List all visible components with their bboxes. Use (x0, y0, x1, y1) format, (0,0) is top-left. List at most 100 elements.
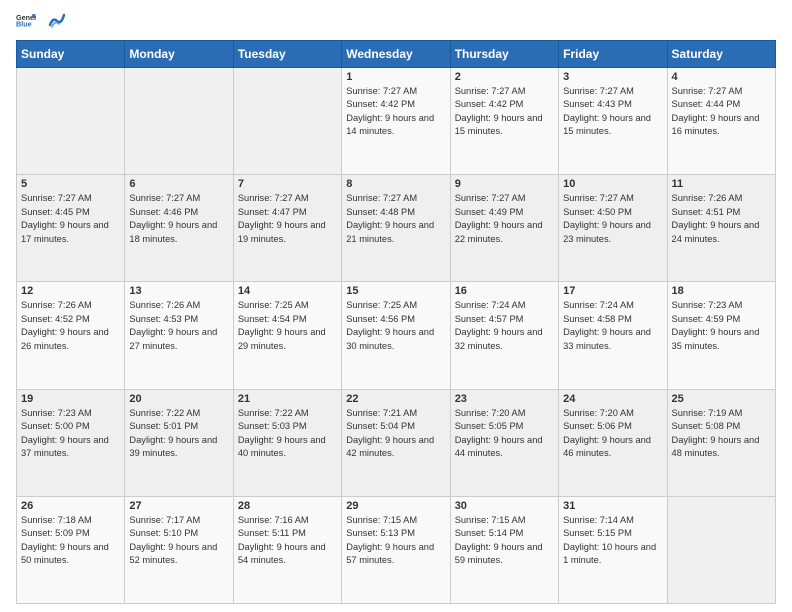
day-number: 17 (563, 285, 662, 297)
day-cell (125, 68, 233, 175)
day-cell: 28 Sunrise: 7:16 AM Sunset: 5:11 PM Dayli… (233, 496, 341, 603)
day-info: Sunrise: 7:27 AM Sunset: 4:42 PM Dayligh… (455, 85, 554, 139)
day-info: Sunrise: 7:22 AM Sunset: 5:01 PM Dayligh… (129, 407, 228, 461)
day-cell (17, 68, 125, 175)
day-info: Sunrise: 7:27 AM Sunset: 4:45 PM Dayligh… (21, 192, 120, 246)
week-row-1: 1 Sunrise: 7:27 AM Sunset: 4:42 PM Daylig… (17, 68, 776, 175)
day-info: Sunrise: 7:20 AM Sunset: 5:05 PM Dayligh… (455, 407, 554, 461)
day-number: 24 (563, 393, 662, 405)
day-info: Sunrise: 7:27 AM Sunset: 4:42 PM Dayligh… (346, 85, 445, 139)
weekday-wednesday: Wednesday (342, 41, 450, 68)
day-info: Sunrise: 7:27 AM Sunset: 4:47 PM Dayligh… (238, 192, 337, 246)
svg-text:Blue: Blue (16, 19, 32, 28)
calendar: SundayMondayTuesdayWednesdayThursdayFrid… (16, 40, 776, 604)
day-info: Sunrise: 7:17 AM Sunset: 5:10 PM Dayligh… (129, 514, 228, 568)
day-number: 14 (238, 285, 337, 297)
page: General Blue SundayMondayTuesdayWednesda… (0, 0, 792, 612)
day-number: 5 (21, 178, 120, 190)
day-number: 25 (672, 393, 771, 405)
day-info: Sunrise: 7:21 AM Sunset: 5:04 PM Dayligh… (346, 407, 445, 461)
weekday-header-row: SundayMondayTuesdayWednesdayThursdayFrid… (17, 41, 776, 68)
day-cell (233, 68, 341, 175)
day-cell: 22Sunrise: 7:21 AM Sunset: 5:04 PM Dayli… (342, 389, 450, 496)
day-info: Sunrise: 7:24 AM Sunset: 4:57 PM Dayligh… (455, 299, 554, 353)
day-cell: 1 Sunrise: 7:27 AM Sunset: 4:42 PM Daylig… (342, 68, 450, 175)
day-cell: 31 Sunrise: 7:14 AM Sunset: 5:15 PM Dayli… (559, 496, 667, 603)
day-cell (667, 496, 775, 603)
wave-icon (48, 7, 66, 29)
day-info: Sunrise: 7:20 AM Sunset: 5:06 PM Dayligh… (563, 407, 662, 461)
day-info: Sunrise: 7:27 AM Sunset: 4:44 PM Dayligh… (672, 85, 771, 139)
day-cell: 8 Sunrise: 7:27 AM Sunset: 4:48 PM Daylig… (342, 175, 450, 282)
day-cell: 10Sunrise: 7:27 AM Sunset: 4:50 PM Dayli… (559, 175, 667, 282)
day-number: 13 (129, 285, 228, 297)
day-info: Sunrise: 7:27 AM Sunset: 4:50 PM Dayligh… (563, 192, 662, 246)
day-info: Sunrise: 7:22 AM Sunset: 5:03 PM Dayligh… (238, 407, 337, 461)
day-number: 28 (238, 500, 337, 512)
day-cell: 26Sunrise: 7:18 AM Sunset: 5:09 PM Dayli… (17, 496, 125, 603)
day-info: Sunrise: 7:16 AM Sunset: 5:11 PM Dayligh… (238, 514, 337, 568)
day-number: 7 (238, 178, 337, 190)
day-cell: 21 Sunrise: 7:22 AM Sunset: 5:03 PM Dayli… (233, 389, 341, 496)
day-cell: 2Sunrise: 7:27 AM Sunset: 4:42 PM Daylig… (450, 68, 558, 175)
day-number: 16 (455, 285, 554, 297)
day-cell: 23 Sunrise: 7:20 AM Sunset: 5:05 PM Dayli… (450, 389, 558, 496)
day-cell: 20 Sunrise: 7:22 AM Sunset: 5:01 PM Dayli… (125, 389, 233, 496)
day-cell: 16 Sunrise: 7:24 AM Sunset: 4:57 PM Dayli… (450, 282, 558, 389)
day-number: 12 (21, 285, 120, 297)
weekday-monday: Monday (125, 41, 233, 68)
day-cell: 12 Sunrise: 7:26 AM Sunset: 4:52 PM Dayli… (17, 282, 125, 389)
day-info: Sunrise: 7:26 AM Sunset: 4:51 PM Dayligh… (672, 192, 771, 246)
day-info: Sunrise: 7:15 AM Sunset: 5:13 PM Dayligh… (346, 514, 445, 568)
day-info: Sunrise: 7:27 AM Sunset: 4:46 PM Dayligh… (129, 192, 228, 246)
weekday-tuesday: Tuesday (233, 41, 341, 68)
day-info: Sunrise: 7:25 AM Sunset: 4:56 PM Dayligh… (346, 299, 445, 353)
day-info: Sunrise: 7:14 AM Sunset: 5:15 PM Dayligh… (563, 514, 662, 568)
day-number: 27 (129, 500, 228, 512)
day-number: 21 (238, 393, 337, 405)
logo: General Blue (16, 12, 66, 32)
week-row-3: 12 Sunrise: 7:26 AM Sunset: 4:52 PM Dayli… (17, 282, 776, 389)
day-info: Sunrise: 7:27 AM Sunset: 4:48 PM Dayligh… (346, 192, 445, 246)
day-number: 18 (672, 285, 771, 297)
day-info: Sunrise: 7:26 AM Sunset: 4:52 PM Dayligh… (21, 299, 120, 353)
weekday-thursday: Thursday (450, 41, 558, 68)
day-number: 31 (563, 500, 662, 512)
generalblue-icon: General Blue (16, 12, 36, 32)
day-number: 3 (563, 71, 662, 83)
day-cell: 15 Sunrise: 7:25 AM Sunset: 4:56 PM Dayli… (342, 282, 450, 389)
day-info: Sunrise: 7:23 AM Sunset: 4:59 PM Dayligh… (672, 299, 771, 353)
day-cell: 9Sunrise: 7:27 AM Sunset: 4:49 PM Daylig… (450, 175, 558, 282)
weekday-sunday: Sunday (17, 41, 125, 68)
day-cell: 17Sunrise: 7:24 AM Sunset: 4:58 PM Dayli… (559, 282, 667, 389)
week-row-5: 26Sunrise: 7:18 AM Sunset: 5:09 PM Dayli… (17, 496, 776, 603)
day-number: 20 (129, 393, 228, 405)
day-cell: 13 Sunrise: 7:26 AM Sunset: 4:53 PM Dayli… (125, 282, 233, 389)
day-cell: 30 Sunrise: 7:15 AM Sunset: 5:14 PM Dayli… (450, 496, 558, 603)
day-info: Sunrise: 7:27 AM Sunset: 4:49 PM Dayligh… (455, 192, 554, 246)
day-number: 23 (455, 393, 554, 405)
day-number: 8 (346, 178, 445, 190)
day-cell: 6 Sunrise: 7:27 AM Sunset: 4:46 PM Daylig… (125, 175, 233, 282)
day-number: 6 (129, 178, 228, 190)
week-row-4: 19Sunrise: 7:23 AM Sunset: 5:00 PM Dayli… (17, 389, 776, 496)
day-cell: 4 Sunrise: 7:27 AM Sunset: 4:44 PM Daylig… (667, 68, 775, 175)
day-cell: 7 Sunrise: 7:27 AM Sunset: 4:47 PM Daylig… (233, 175, 341, 282)
day-number: 19 (21, 393, 120, 405)
day-number: 1 (346, 71, 445, 83)
day-number: 30 (455, 500, 554, 512)
week-row-2: 5 Sunrise: 7:27 AM Sunset: 4:45 PM Daylig… (17, 175, 776, 282)
day-number: 26 (21, 500, 120, 512)
day-info: Sunrise: 7:19 AM Sunset: 5:08 PM Dayligh… (672, 407, 771, 461)
day-info: Sunrise: 7:26 AM Sunset: 4:53 PM Dayligh… (129, 299, 228, 353)
day-number: 15 (346, 285, 445, 297)
day-cell: 14Sunrise: 7:25 AM Sunset: 4:54 PM Dayli… (233, 282, 341, 389)
day-cell: 27 Sunrise: 7:17 AM Sunset: 5:10 PM Dayli… (125, 496, 233, 603)
day-number: 4 (672, 71, 771, 83)
day-cell: 29 Sunrise: 7:15 AM Sunset: 5:13 PM Dayli… (342, 496, 450, 603)
day-cell: 3 Sunrise: 7:27 AM Sunset: 4:43 PM Daylig… (559, 68, 667, 175)
day-number: 29 (346, 500, 445, 512)
day-number: 11 (672, 178, 771, 190)
day-info: Sunrise: 7:15 AM Sunset: 5:14 PM Dayligh… (455, 514, 554, 568)
day-info: Sunrise: 7:27 AM Sunset: 4:43 PM Dayligh… (563, 85, 662, 139)
